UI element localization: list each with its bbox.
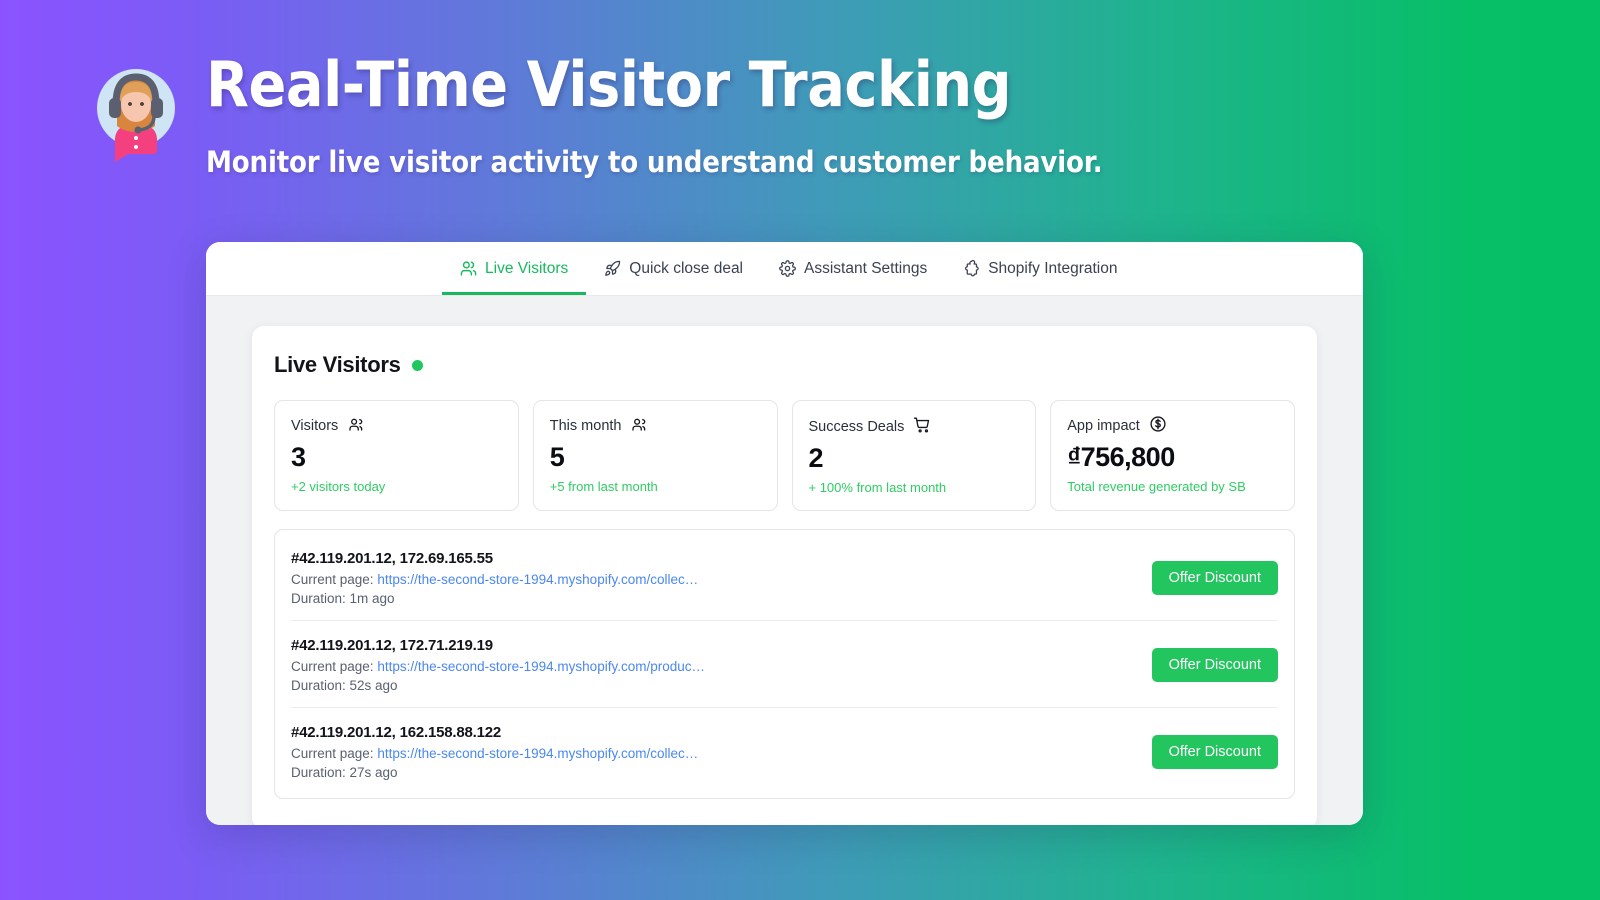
stat-label: Success Deals xyxy=(808,418,905,435)
table-row: #42.119.201.12, 172.71.219.19 Current pa… xyxy=(291,621,1278,709)
stat-value: 5 xyxy=(549,442,565,472)
gear-icon xyxy=(779,260,796,277)
app-body: Live Visitors Visitors 3 +2 visitors tod… xyxy=(206,296,1363,825)
stat-label: App impact xyxy=(1067,418,1140,434)
stats-grid: Visitors 3 +2 visitors today This month … xyxy=(274,400,1295,512)
visitor-current-page: Current page: https://the-second-store-1… xyxy=(291,572,698,587)
visitor-info: #42.119.201.12, 172.71.219.19 Current pa… xyxy=(291,637,705,693)
current-page-label: Current page: xyxy=(291,659,374,675)
current-page-link[interactable]: https://the-second-store-1994.myshopify.… xyxy=(377,572,698,587)
live-visitors-panel: Live Visitors Visitors 3 +2 visitors tod… xyxy=(252,326,1317,825)
current-page-link[interactable]: https://the-second-store-1994.myshopify.… xyxy=(377,659,705,674)
visitor-current-page: Current page: https://the-second-store-1… xyxy=(291,659,705,674)
current-page-link[interactable]: https://the-second-store-1994.myshopify.… xyxy=(377,746,698,761)
support-agent-avatar-icon xyxy=(90,62,182,162)
visitor-current-page: Current page: https://the-second-store-1… xyxy=(291,746,698,761)
live-indicator-dot xyxy=(411,359,423,371)
cart-icon xyxy=(913,415,932,438)
stat-subtext: +2 visitors today xyxy=(291,479,386,495)
visitor-duration: Duration: 27s ago xyxy=(291,765,398,781)
tab-label: Assistant Settings xyxy=(804,259,928,277)
stat-card-app-impact: App impact ₫756,800 Total revenue genera… xyxy=(1050,400,1295,512)
table-row: #42.119.201.12, 162.158.88.122 Current p… xyxy=(291,708,1278,794)
stat-subtext: +5 from last month xyxy=(549,479,658,495)
stat-header: Success Deals xyxy=(809,415,1020,438)
rocket-icon xyxy=(604,260,621,277)
stat-card-success-deals: Success Deals 2 + 100% from last month xyxy=(791,400,1037,512)
stat-header: Visitors xyxy=(291,415,502,437)
stat-header: This month xyxy=(550,415,761,437)
visitor-info: #42.119.201.12, 162.158.88.122 Current p… xyxy=(291,724,698,780)
visitor-duration: Duration: 52s ago xyxy=(291,678,398,694)
stat-label: Visitors xyxy=(291,418,339,434)
table-row: #42.119.201.12, 172.69.165.55 Current pa… xyxy=(291,534,1278,622)
tab-bar: Live Visitors Quick close deal Assistant… xyxy=(206,242,1363,296)
stat-value: ₫756,800 xyxy=(1067,442,1175,472)
stat-card-this-month: This month 5 +5 from last month xyxy=(532,400,778,512)
dollar-circle-icon xyxy=(1149,415,1167,437)
visitor-ip: #42.119.201.12, 172.69.165.55 xyxy=(291,550,493,568)
app-window: Live Visitors Quick close deal Assistant… xyxy=(206,242,1363,825)
stat-header: App impact xyxy=(1067,415,1278,437)
stat-subtext: + 100% from last month xyxy=(808,480,947,496)
visitor-info: #42.119.201.12, 172.69.165.55 Current pa… xyxy=(291,550,698,606)
visitor-duration: Duration: 1m ago xyxy=(291,591,395,607)
panel-header: Live Visitors xyxy=(274,352,1295,378)
tab-label: Shopify Integration xyxy=(988,259,1118,277)
page-title: Real-Time Visitor Tracking xyxy=(206,48,1012,121)
tab-live-visitors[interactable]: Live Visitors xyxy=(442,242,587,295)
stat-card-visitors: Visitors 3 +2 visitors today xyxy=(274,400,519,512)
users-icon xyxy=(630,415,648,437)
stat-value: 3 xyxy=(291,442,306,472)
tab-shopify-integration[interactable]: Shopify Integration xyxy=(945,242,1135,295)
panel-title: Live Visitors xyxy=(274,352,401,377)
stat-label: This month xyxy=(549,418,622,434)
tab-label: Live Visitors xyxy=(485,259,569,277)
users-icon xyxy=(347,415,365,437)
offer-discount-button[interactable]: Offer Discount xyxy=(1151,735,1278,770)
page-subtitle: Monitor live visitor activity to underst… xyxy=(206,144,1103,179)
current-page-label: Current page: xyxy=(291,746,374,762)
puzzle-icon xyxy=(963,260,980,277)
stat-subtext: Total revenue generated by SB xyxy=(1067,479,1246,495)
tab-quick-close-deal[interactable]: Quick close deal xyxy=(586,242,761,295)
tab-assistant-settings[interactable]: Assistant Settings xyxy=(761,242,945,295)
users-icon xyxy=(460,260,477,277)
visitor-list: #42.119.201.12, 172.69.165.55 Current pa… xyxy=(274,529,1295,800)
offer-discount-button[interactable]: Offer Discount xyxy=(1151,561,1278,596)
tab-label: Quick close deal xyxy=(629,259,744,277)
hero-banner: Real-Time Visitor Tracking Monitor live … xyxy=(0,0,1600,240)
visitor-ip: #42.119.201.12, 172.71.219.19 xyxy=(291,637,493,655)
stat-value: 2 xyxy=(808,443,824,473)
hero-text-block: Real-Time Visitor Tracking Monitor live … xyxy=(206,48,1202,179)
offer-discount-button[interactable]: Offer Discount xyxy=(1151,648,1278,683)
current-page-label: Current page: xyxy=(291,572,374,588)
visitor-ip: #42.119.201.12, 162.158.88.122 xyxy=(291,724,502,742)
